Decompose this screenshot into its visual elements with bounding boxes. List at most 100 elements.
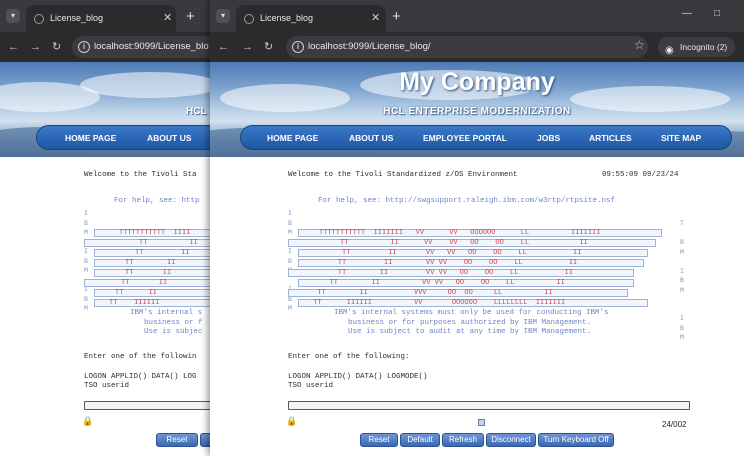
back-icon[interactable]: ← (218, 40, 229, 54)
nav-jobs[interactable]: JOBS (537, 126, 560, 150)
new-tab-icon[interactable]: + (186, 7, 195, 27)
welcome-text: Welcome to the Tivoli Standardized z/OS … (288, 171, 518, 179)
close-icon[interactable]: ✕ (371, 5, 380, 32)
notice-line: IBM's internal s (130, 309, 203, 317)
tab-license-blog[interactable]: License_blog ✕ (236, 5, 386, 32)
reset-button[interactable]: Reset (360, 433, 398, 447)
command-input[interactable] (84, 401, 214, 410)
site-banner: HCL HOME PAGE ABOUT US (0, 62, 214, 157)
incognito-icon: ◉ (665, 45, 674, 56)
keyboard-icon (478, 419, 485, 426)
logo-row: TT II (94, 259, 214, 267)
address-bar[interactable]: i localhost:9099/License_blo (72, 36, 214, 58)
logo-row: TT II (84, 239, 214, 247)
welcome-text: Welcome to the Tivoli Sta (84, 171, 197, 179)
logo-row: TTTTTTTTTTT IIII (94, 229, 214, 237)
logo-row: TT II (94, 249, 214, 257)
notice-line: business or f (144, 319, 203, 327)
minimize-icon[interactable]: — (682, 8, 692, 19)
logo-row: TT II VV VV OO OO LL II (288, 239, 656, 247)
close-icon[interactable]: ✕ (163, 5, 172, 32)
reload-icon[interactable]: ↻ (52, 40, 61, 54)
url-text: localhost:9099/License_blog/ (308, 41, 431, 52)
tab-search-icon[interactable]: ▾ (6, 9, 20, 23)
tso-text: TSO userid (84, 382, 130, 390)
forward-icon[interactable]: → (30, 40, 41, 54)
logo-row: TTTTTTTTTTT IIIIIII VV VV OOOOOO LL IIII… (298, 229, 662, 237)
tab-title: License_blog (260, 13, 314, 23)
site-info-icon[interactable]: i (292, 41, 304, 53)
tab-strip: ▾ License_blog ✕ + (0, 0, 214, 32)
nav-home-page[interactable]: HOME PAGE (65, 126, 116, 150)
lock-icon: 🔒 (286, 417, 298, 427)
tab-license-blog[interactable]: License_blog ✕ (26, 5, 176, 32)
browser-toolbar: ← → ↻ i localhost:9099/License_blo (0, 32, 214, 62)
default-button[interactable]: Default (400, 433, 440, 447)
maximize-icon[interactable]: □ (714, 8, 720, 19)
left-ibm-margin: I B M I B M I B M (84, 210, 88, 312)
disconnect-button[interactable]: Disconnect (486, 433, 536, 447)
url-text: localhost:9099/License_blo (94, 41, 209, 52)
tab-title: License_blog (50, 13, 104, 23)
tab-favicon-icon (244, 14, 254, 24)
timestamp: 09:55:09 09/23/24 (602, 171, 679, 179)
nav-about-us[interactable]: ABOUT US (147, 126, 191, 150)
notice-line: IBM's internal systems must only be used… (334, 309, 609, 317)
new-tab-icon[interactable]: + (392, 7, 401, 27)
forward-icon[interactable]: → (242, 40, 253, 54)
browser-toolbar: ← → ↻ i localhost:9099/License_blog/ ☆ ◉… (210, 32, 744, 62)
front-browser-window: ▾ License_blog ✕ + — □ ← → ↻ i localhost… (210, 0, 744, 456)
reload-icon[interactable]: ↻ (264, 40, 273, 54)
logo-row: TT II VV VV OO OO LL II (298, 259, 644, 267)
help-text: For help, see: http://swgsupport.raleigh… (318, 197, 616, 205)
logo-row: TT II VV VV OO OO LL II (298, 279, 634, 287)
tab-strip: ▾ License_blog ✕ + — □ (210, 0, 744, 32)
right-ibm-margin: T B M I B M I B M (680, 220, 684, 341)
notice-line: business or for purposes authorized by I… (348, 319, 592, 327)
nav-home-page[interactable]: HOME PAGE (267, 126, 318, 150)
notice-line: Use is subjec (144, 328, 203, 336)
star-icon[interactable]: ☆ (634, 38, 645, 52)
banner-subtitle-fragment: HCL (186, 106, 207, 117)
left-ibm-margin: I B M I B M I B M (288, 210, 292, 312)
site-info-icon[interactable]: i (78, 41, 90, 53)
back-browser-window: ▾ License_blog ✕ + ← → ↻ i localhost:909… (0, 0, 214, 456)
back-icon[interactable]: ← (8, 40, 19, 54)
nav-articles[interactable]: ARTICLES (589, 126, 632, 150)
incognito-badge[interactable]: ◉ Incognito (2) (658, 37, 736, 57)
logo-row: TT II (84, 279, 214, 287)
company-title: My Company (399, 68, 555, 96)
tab-favicon-icon (34, 14, 44, 24)
logo-row: TT IIIIII (94, 299, 214, 307)
logon-text: LOGON APPLID() DATA() LOGMODE() (288, 373, 428, 381)
lock-icon: 🔒 (82, 417, 94, 427)
logo-row: TT II (94, 289, 214, 297)
turn-keyboard-off-button[interactable]: Turn Keyboard Off (538, 433, 614, 447)
company-subtitle: HCL ENTERPRISE MODERNIZATION (383, 106, 571, 117)
site-banner: My Company HCL ENTERPRISE MODERNIZATION … (210, 62, 744, 157)
logon-text: LOGON APPLID() DATA() LOG (84, 373, 197, 381)
terminal-screen: Welcome to the Tivoli Sta For help, see:… (0, 157, 214, 456)
prompt-text: Enter one of the followin (84, 353, 197, 361)
reset-button[interactable]: Reset (156, 433, 198, 447)
main-nav: HOME PAGE ABOUT US EMPLOYEE PORTAL JOBS … (240, 125, 732, 150)
nav-site-map[interactable]: SITE MAP (661, 126, 701, 150)
nav-employee-portal[interactable]: EMPLOYEE PORTAL (423, 126, 507, 150)
logo-row: TT IIIIII VV OOOOOO LLLLLLLL IIIIIII (298, 299, 648, 307)
tab-search-icon[interactable]: ▾ (216, 9, 230, 23)
logo-row: TT II VVV OO OO LL II (288, 289, 628, 297)
logo-row: TT II VV VV OO OO LL II (288, 269, 634, 277)
refresh-button[interactable]: Refresh (442, 433, 484, 447)
notice-line: Use is subject to audit at any time by I… (348, 328, 592, 336)
nav-about-us[interactable]: ABOUT US (349, 126, 393, 150)
help-text: For help, see: http (114, 197, 200, 205)
cursor-position: 24/002 (662, 420, 687, 429)
main-nav: HOME PAGE ABOUT US (36, 125, 214, 150)
prompt-text: Enter one of the following: (288, 353, 410, 361)
terminal-screen: Welcome to the Tivoli Standardized z/OS … (210, 157, 744, 456)
incognito-label: Incognito (2) (680, 42, 728, 52)
address-bar[interactable]: i localhost:9099/License_blog/ (286, 36, 648, 58)
logo-row: TT II (94, 269, 214, 277)
command-input[interactable] (288, 401, 690, 410)
logo-row: TT II VV VV OO OO LL II (298, 249, 648, 257)
